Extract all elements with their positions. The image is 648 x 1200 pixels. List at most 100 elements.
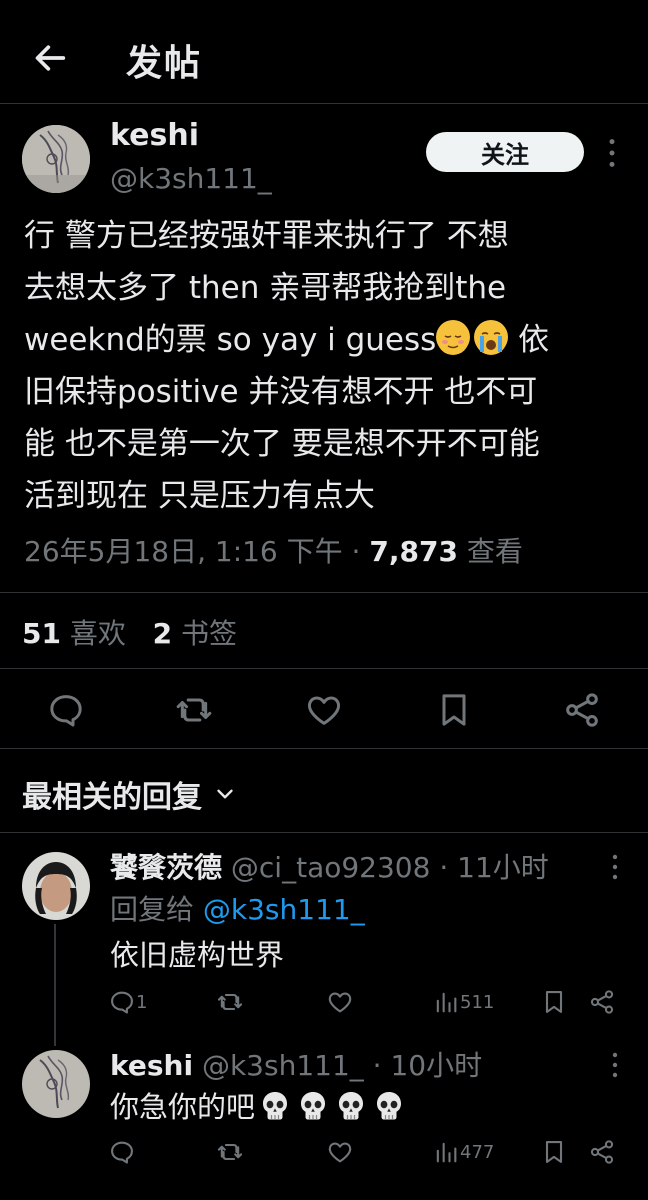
author-avatar[interactable] [22, 125, 90, 193]
post-line: 去想太多了 then 亲哥帮我抢到the [24, 270, 507, 306]
reply-views-button[interactable]: 511 [432, 986, 494, 1018]
back-button[interactable] [30, 38, 70, 78]
avatar-image [22, 125, 90, 193]
bar-chart-icon [432, 1138, 460, 1166]
skull-emoji [259, 1090, 291, 1122]
like-button[interactable] [304, 690, 344, 730]
views-label: 查看 [457, 535, 523, 568]
post-more-button[interactable] [600, 136, 624, 170]
header-divider [0, 103, 648, 104]
more-vertical-icon [604, 852, 626, 882]
skull-emoji [335, 1090, 367, 1122]
reply-author-name[interactable]: 饕餮茨德 [110, 851, 222, 884]
reply-icon [108, 988, 136, 1016]
post-line: 能 也不是第一次了 要是想不开不可能 [24, 426, 540, 462]
reply-reply-button[interactable]: 1 [108, 986, 147, 1018]
relieved-face-emoji [436, 320, 471, 355]
post-line: weeknd的票 so yay i guess 依 [24, 314, 624, 366]
avatar-image [22, 1050, 90, 1118]
retweet-icon [174, 690, 214, 730]
page-title: 发帖 [126, 43, 203, 84]
view-count[interactable]: 7,873 [369, 535, 458, 568]
divider [0, 592, 648, 593]
likes-label[interactable]: 喜欢 [61, 617, 126, 650]
divider [0, 668, 648, 669]
reply-meta: @k3sh111_ · 10小时 [193, 1049, 483, 1082]
post-line: 活到现在 只是压力有点大 [24, 478, 375, 514]
follow-button[interactable]: 关注 [426, 132, 584, 172]
reply-text: 你急你的吧 [110, 1084, 411, 1126]
divider [0, 832, 648, 833]
reply-avatar[interactable] [22, 852, 90, 920]
more-vertical-icon [600, 136, 624, 170]
reply-button[interactable] [46, 690, 86, 730]
bookmarks-label[interactable]: 书签 [172, 617, 237, 650]
reply-retweet-button[interactable] [216, 986, 244, 1018]
skull-emoji [373, 1090, 405, 1122]
reply-author-name[interactable]: keshi [110, 1049, 193, 1082]
reply-views-button[interactable]: 477 [432, 1136, 494, 1168]
reply-sort-dropdown[interactable]: 最相关的回复 [22, 772, 238, 816]
reply-meta: @ci_tao92308 · 11小时 [222, 851, 549, 884]
arrow-left-icon [35, 45, 66, 71]
reply-bookmark-button[interactable] [540, 1136, 568, 1168]
bookmarks-count[interactable]: 2 [153, 617, 172, 650]
share-icon [588, 1138, 616, 1166]
reply-icon [46, 690, 86, 730]
bookmark-icon [540, 988, 568, 1016]
avatar-image [22, 852, 90, 920]
bookmark-icon [434, 690, 474, 730]
reply-more-button[interactable] [604, 852, 626, 882]
post-line: 旧保持positive 并没有想不开 也不可 [24, 374, 538, 410]
bookmark-button[interactable] [434, 690, 474, 730]
skull-emoji [297, 1090, 329, 1122]
reply-to-handle[interactable]: @k3sh111_ [203, 893, 365, 926]
reply-header: 饕餮茨德 @ci_tao92308 · 11小时 [110, 846, 549, 886]
retweet-icon [216, 988, 244, 1016]
heart-icon [326, 988, 354, 1016]
reply-reply-button[interactable] [108, 1136, 136, 1168]
reply-share-button[interactable] [588, 986, 616, 1018]
heart-icon [326, 1138, 354, 1166]
post-meta: 26年5月18日, 1:16 下午 · 7,873 查看 [24, 530, 523, 570]
bookmark-icon [540, 1138, 568, 1166]
reply-share-button[interactable] [588, 1136, 616, 1168]
reply-view-count: 477 [460, 1141, 495, 1163]
sort-label: 最相关的回复 [22, 780, 202, 815]
reply-to: 回复给 @k3sh111_ [110, 888, 365, 928]
more-vertical-icon [604, 1050, 626, 1080]
reply-view-count: 511 [460, 991, 495, 1013]
post-line-text: weeknd的票 so yay i guess [24, 322, 437, 358]
thread-line [54, 924, 56, 1046]
reply-text: 依旧虚构世界 [110, 938, 285, 972]
reply-count: 1 [136, 991, 148, 1013]
retweet-icon [216, 1138, 244, 1166]
share-icon [562, 690, 602, 730]
reply-header: keshi @k3sh111_ · 10小时 [110, 1044, 482, 1084]
retweet-button[interactable] [174, 690, 214, 730]
reply-more-button[interactable] [604, 1050, 626, 1080]
likes-count[interactable]: 51 [22, 617, 61, 650]
post-line-text: 依 [508, 322, 550, 358]
reply-icon [108, 1138, 136, 1166]
chevron-down-icon [217, 789, 233, 799]
post-line: 行 警方已经按强奸罪来执行了 不想 [24, 218, 509, 254]
reply-to-label: 回复给 [110, 893, 203, 926]
post-stats: 51 喜欢 2 书签 [22, 612, 237, 652]
reply-like-button[interactable] [326, 1136, 354, 1168]
post-date: 26年5月18日, 1:16 下午 · [24, 535, 370, 568]
share-icon [588, 988, 616, 1016]
share-button[interactable] [562, 690, 602, 730]
reply-like-button[interactable] [326, 986, 354, 1018]
post-text: 行 警方已经按强奸罪来执行了 不想 去想太多了 then 亲哥帮我抢到the w… [24, 210, 624, 522]
author-name[interactable]: keshi [110, 118, 199, 153]
reply-retweet-button[interactable] [216, 1136, 244, 1168]
reply-avatar[interactable] [22, 1050, 90, 1118]
author-handle[interactable]: @k3sh111_ [110, 162, 272, 195]
bar-chart-icon [432, 988, 460, 1016]
divider [0, 748, 648, 749]
reply-text-content: 你急你的吧 [110, 1090, 256, 1124]
heart-icon [304, 690, 344, 730]
reply-bookmark-button[interactable] [540, 986, 568, 1018]
loudly-crying-face-emoji [474, 320, 509, 355]
